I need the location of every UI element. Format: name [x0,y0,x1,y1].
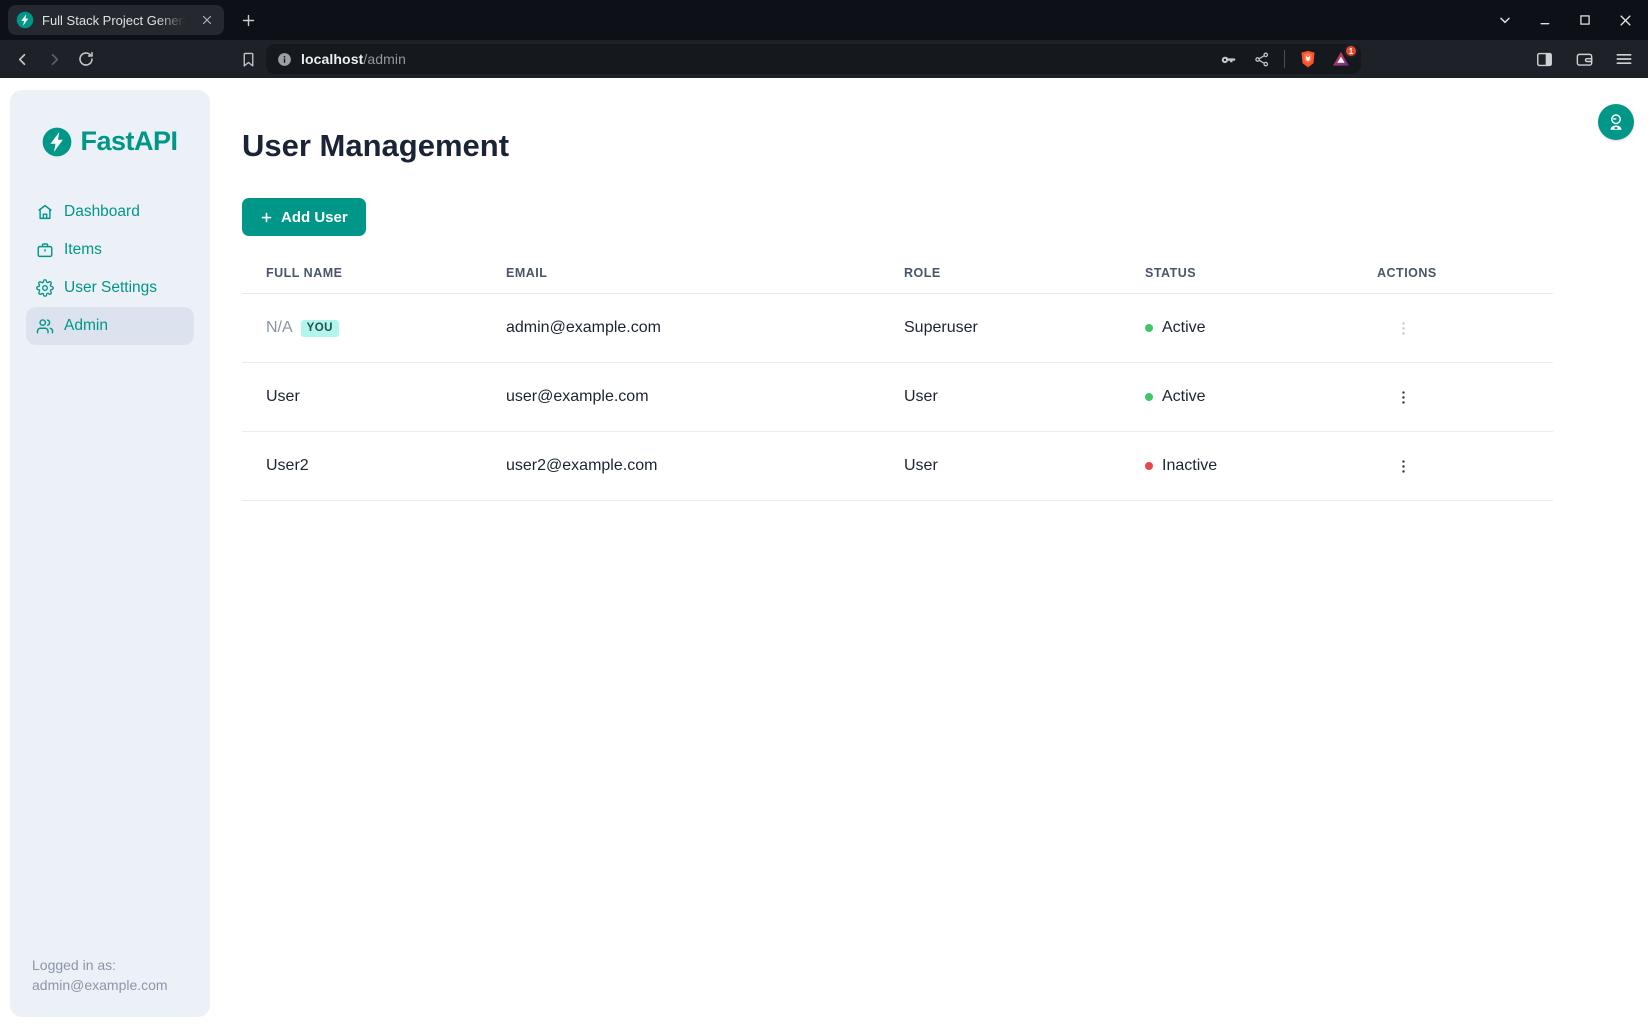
browser-titlebar: Full Stack Project Genera [0,0,1648,40]
rewards-badge: 1 [1344,44,1358,58]
reload-button[interactable] [72,45,100,73]
table-row: User2 user2@example.com User Inactive [242,432,1553,501]
status-dot-active [1145,324,1153,332]
gear-icon [36,279,54,297]
menu-hamburger-icon[interactable] [1612,47,1636,71]
sidebar-item-items[interactable]: Items [26,231,194,269]
users-icon [36,317,54,335]
briefcase-icon [36,241,54,259]
sidebar-toggle-icon[interactable] [1532,47,1556,71]
col-header-status: STATUS [1121,266,1353,280]
toolbar-divider [1284,50,1285,68]
password-key-icon[interactable] [1218,49,1238,69]
fastapi-logo: FastAPI [10,126,210,157]
cell-full-name: User2 [266,457,309,475]
fastapi-favicon-icon [16,11,34,29]
table-header-row: FULL NAME EMAIL ROLE STATUS ACTIONS [242,252,1553,294]
cell-role: Superuser [880,319,1121,337]
table-row: User user@example.com User Active [242,363,1553,432]
cell-email: admin@example.com [482,319,880,337]
brave-rewards-icon[interactable]: 1 [1331,49,1351,69]
new-tab-button[interactable] [234,6,262,34]
col-header-email: EMAIL [482,266,880,280]
tab-search-chevron-icon[interactable] [1496,11,1514,29]
browser-tab[interactable]: Full Stack Project Genera [8,5,224,35]
sidebar-nav: Dashboard Items User Settings Admin [10,193,210,345]
url-path: /admin [363,51,406,67]
user-astronaut-icon [1605,111,1627,133]
bookmark-icon[interactable] [234,45,262,73]
logged-in-info: Logged in as: admin@example.com [32,955,168,995]
sidebar-item-admin[interactable]: Admin [26,307,194,345]
window-minimize-button[interactable] [1536,11,1554,29]
window-close-button[interactable] [1616,11,1634,29]
logo-text: FastAPI [80,126,177,157]
col-header-actions: ACTIONS [1353,266,1553,280]
sidebar-item-label: User Settings [64,279,157,297]
status-dot-inactive [1145,462,1153,470]
forward-button[interactable] [40,45,68,73]
sidebar-item-label: Items [64,241,102,259]
col-header-role: ROLE [880,266,1121,280]
sidebar-item-dashboard[interactable]: Dashboard [26,193,194,231]
row-actions-menu-icon[interactable] [1391,385,1415,409]
you-badge: YOU [301,320,339,337]
status-dot-active [1145,393,1153,401]
page-title: User Management [242,130,1553,161]
sidebar-item-user-settings[interactable]: User Settings [26,269,194,307]
user-menu-button[interactable] [1598,104,1634,140]
cell-status: Active [1162,319,1206,337]
url-text: localhost/admin [301,51,1210,67]
sidebar-item-label: Dashboard [64,203,140,221]
sidebar: FastAPI Dashboard Items User Settings [10,90,210,1017]
fastapi-bolt-icon [42,127,72,157]
add-user-button[interactable]: Add User [242,198,366,236]
back-button[interactable] [8,45,36,73]
cell-status: Active [1162,388,1206,406]
row-actions-menu-icon[interactable] [1391,316,1415,340]
address-bar[interactable]: localhost/admin 1 [266,44,1361,74]
browser-toolbar: localhost/admin 1 [0,40,1648,78]
main-panel: User Management Add User FULL NAME EMAIL… [210,78,1648,501]
cell-role: User [880,457,1121,475]
plus-icon [260,211,273,224]
page-content: FastAPI Dashboard Items User Settings [0,78,1648,1025]
wallet-icon[interactable] [1572,47,1596,71]
site-info-icon[interactable] [276,51,293,68]
cell-role: User [880,388,1121,406]
cell-status: Inactive [1162,457,1217,475]
url-host: localhost [301,51,363,67]
cell-email: user2@example.com [482,457,880,475]
home-icon [36,203,54,221]
share-icon[interactable] [1251,49,1271,69]
logged-in-email: admin@example.com [32,975,168,995]
tab-close-icon[interactable] [198,11,216,29]
table-row: N/A YOU admin@example.com Superuser Acti… [242,294,1553,363]
add-user-label: Add User [281,209,348,226]
row-actions-menu-icon[interactable] [1391,454,1415,478]
window-maximize-button[interactable] [1576,11,1594,29]
users-table: FULL NAME EMAIL ROLE STATUS ACTIONS N/A … [242,252,1553,501]
cell-email: user@example.com [482,388,880,406]
cell-full-name: User [266,388,300,406]
brave-shield-icon[interactable] [1298,49,1318,69]
logged-in-label: Logged in as: [32,955,168,975]
col-header-full-name: FULL NAME [242,266,482,280]
cell-full-name: N/A [266,319,293,337]
sidebar-item-label: Admin [64,317,108,335]
tab-title: Full Stack Project Genera [42,13,190,28]
